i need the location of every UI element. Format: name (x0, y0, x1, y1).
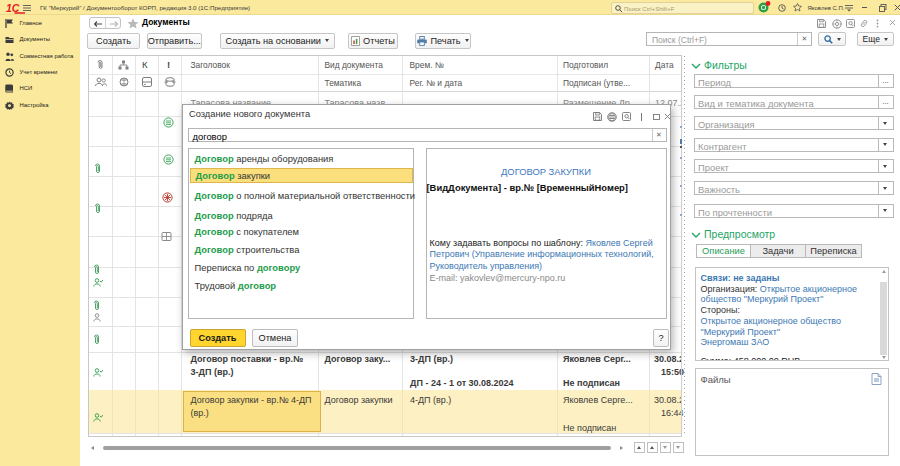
svg-text:1С: 1С (6, 2, 20, 14)
